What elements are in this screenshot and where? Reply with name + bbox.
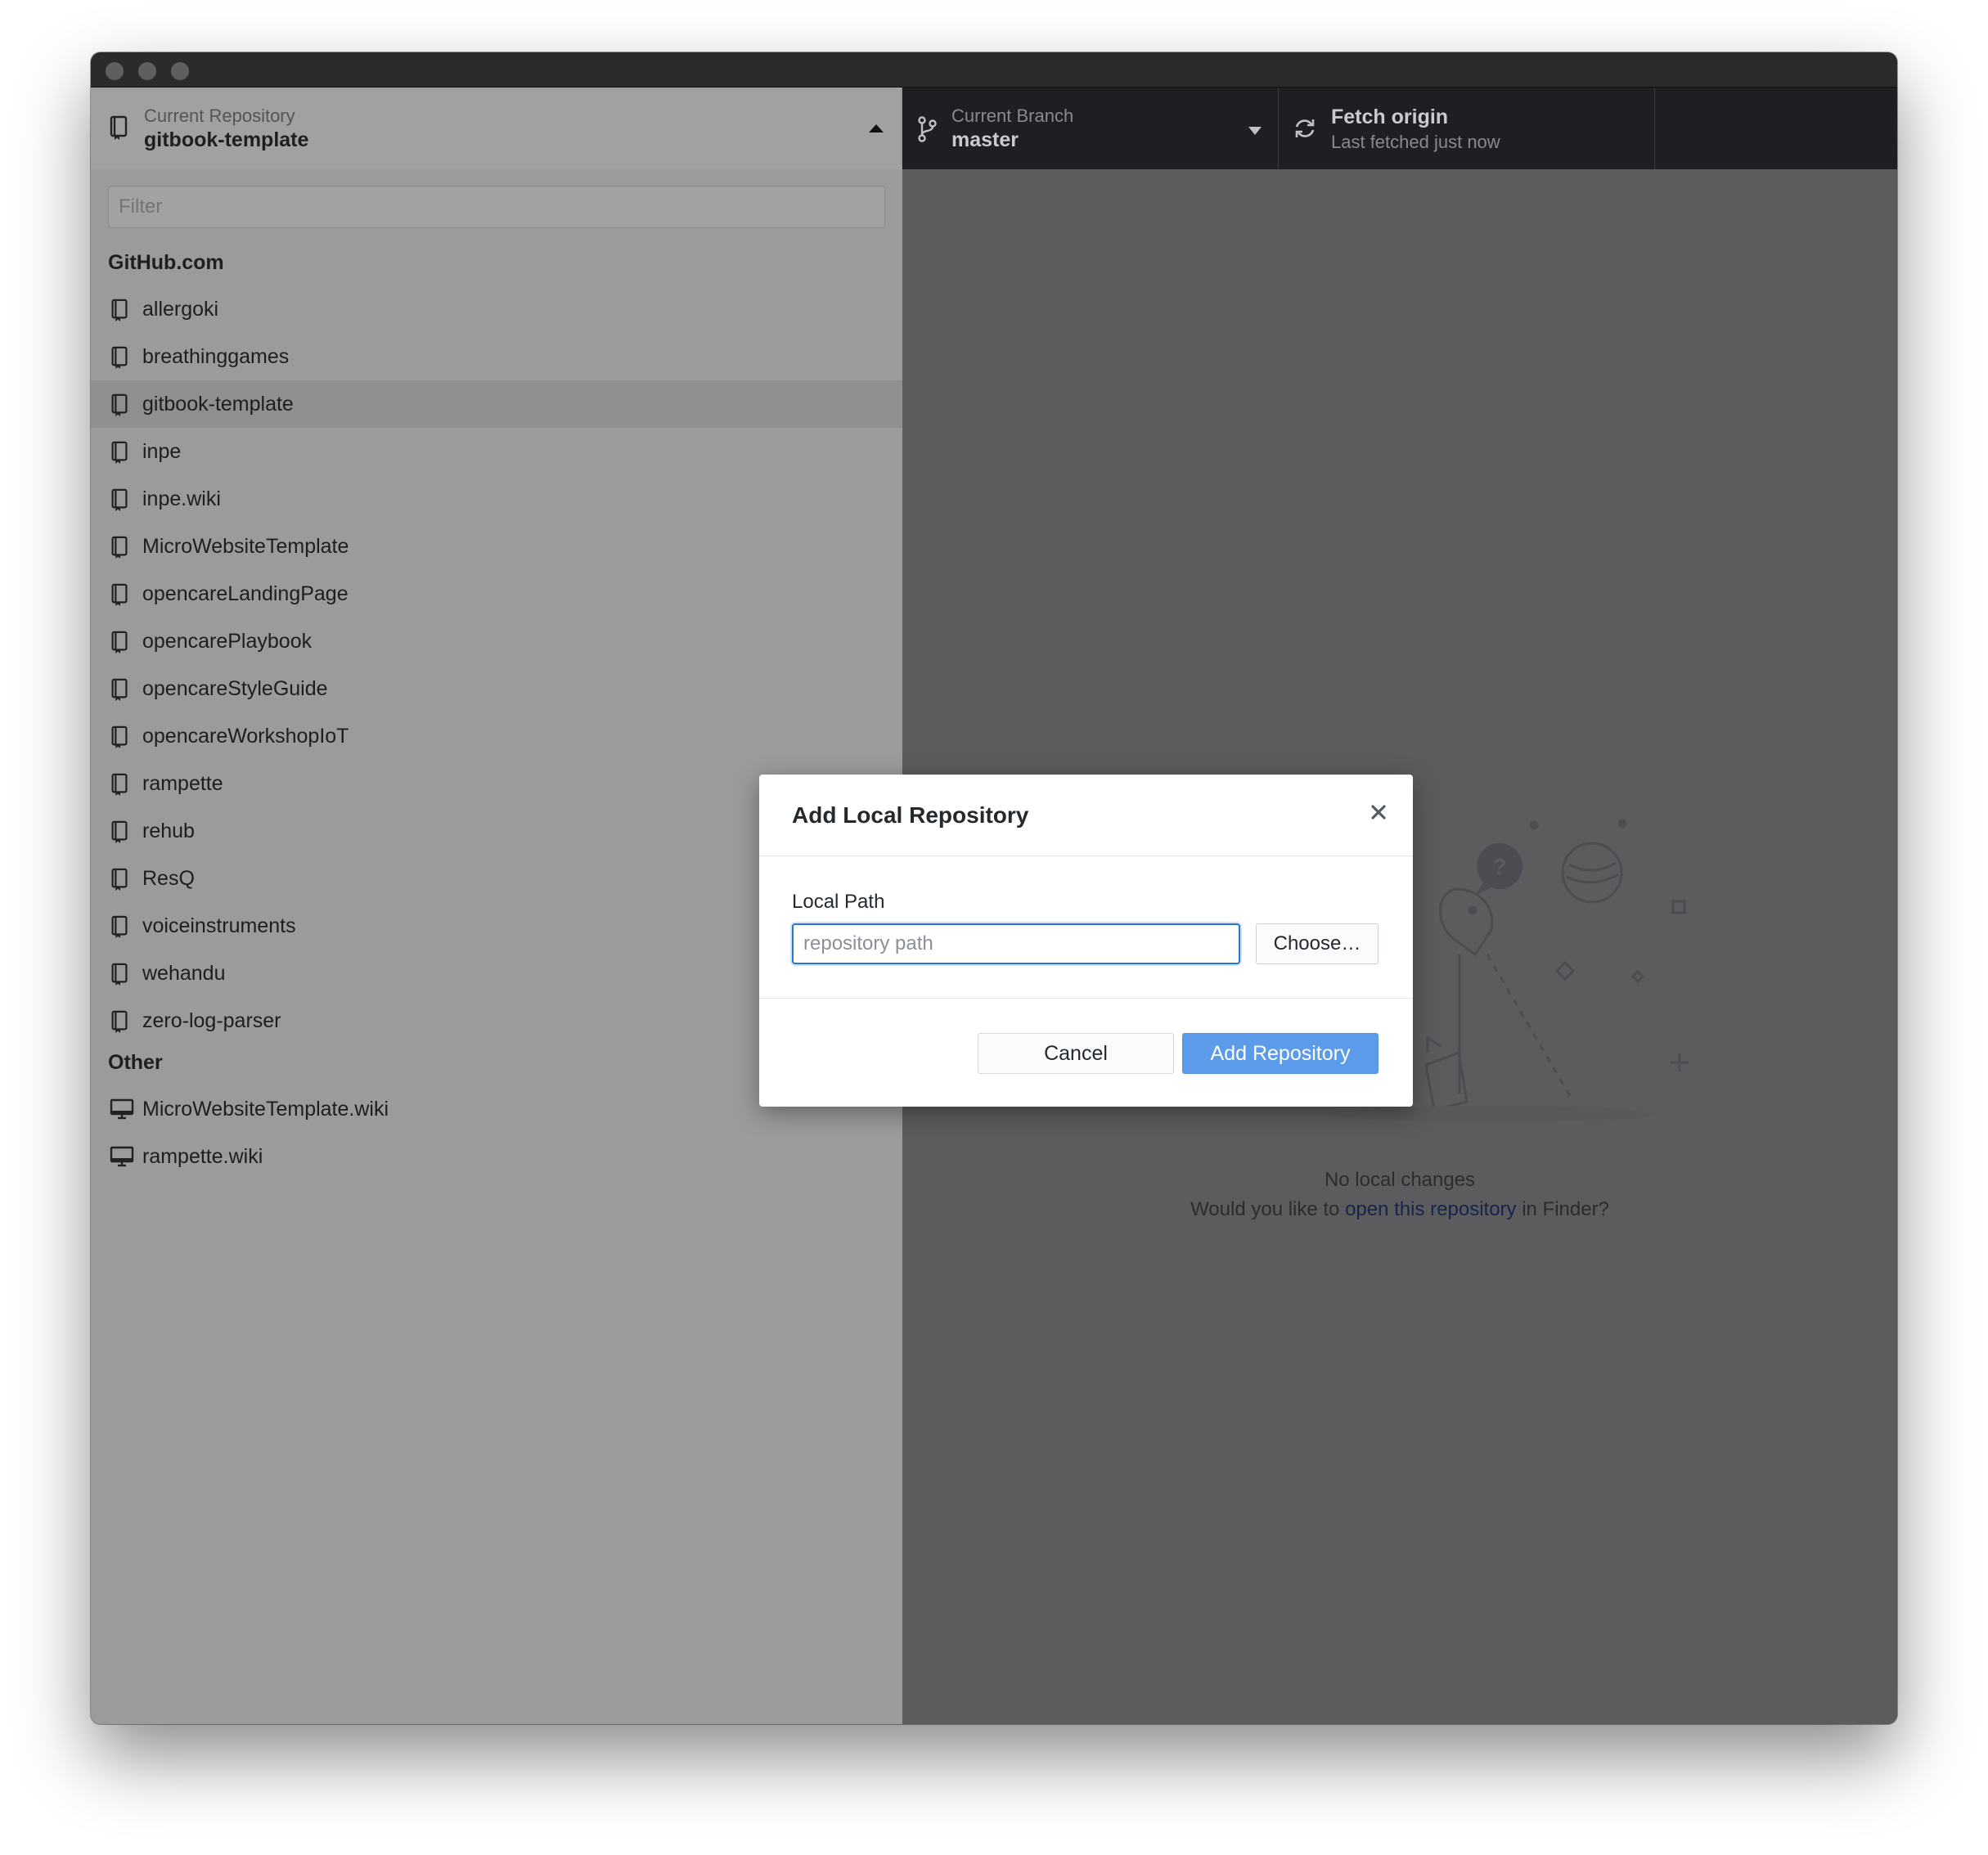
current-repository-label: Current Repository: [144, 106, 295, 126]
repository-icon: [110, 393, 129, 420]
dialog-title: Add Local Repository: [792, 802, 1029, 828]
repository-name: allergoki: [142, 298, 219, 321]
repository-name: wehandu: [142, 962, 226, 985]
repository-name: inpe: [142, 440, 182, 463]
prompt-suffix: in Finder?: [1516, 1198, 1609, 1220]
repository-icon: [110, 631, 129, 658]
choose-button[interactable]: Choose…: [1256, 923, 1379, 964]
repository-icon: [110, 488, 129, 515]
repository-name: zero-log-parser: [142, 1009, 281, 1032]
repository-icon: [110, 773, 129, 800]
repository-list-item[interactable]: inpe: [91, 428, 902, 475]
repository-name: inpe.wiki: [142, 487, 221, 510]
current-branch-label: Current Branch: [951, 106, 1074, 126]
no-local-changes-title: No local changes: [1324, 1169, 1476, 1191]
current-repository-name: gitbook-template: [144, 128, 309, 151]
git-branch-icon: [915, 115, 938, 147]
fetch-origin-subtitle: Last fetched just now: [1331, 132, 1500, 152]
repository-icon: [110, 536, 129, 563]
repository-list-item[interactable]: opencareLandingPage: [91, 570, 902, 618]
open-repository-link[interactable]: open this repository: [1345, 1198, 1516, 1220]
repository-icon: [110, 725, 129, 752]
repository-icon: [110, 441, 129, 468]
repository-icon: [110, 963, 129, 990]
repository-list-item[interactable]: opencarePlaybook: [91, 618, 902, 665]
sync-icon: [1293, 117, 1316, 144]
repository-name: opencareLandingPage: [142, 582, 349, 605]
repository-name: opencareWorkshopIoT: [142, 725, 349, 748]
app-window: Current Repository gitbook-template Curr…: [91, 52, 1897, 1724]
fetch-origin-button[interactable]: Fetch origin Last fetched just now: [1279, 88, 1655, 169]
close-icon[interactable]: [1365, 799, 1392, 825]
repository-icon: [110, 820, 129, 847]
caret-down-icon: [1248, 127, 1262, 135]
current-branch-button[interactable]: Current Branch master: [902, 88, 1279, 169]
repository-icon: [109, 115, 128, 144]
local-path-label: Local Path: [792, 891, 885, 913]
add-repository-button[interactable]: Add Repository: [1182, 1033, 1379, 1074]
repository-name: MicroWebsiteTemplate.wiki: [142, 1098, 389, 1121]
repository-list-item[interactable]: gitbook-template: [91, 380, 902, 428]
computer-icon: [110, 1098, 134, 1124]
zoom-window-button[interactable]: [171, 62, 189, 80]
repository-name: rampette: [142, 772, 223, 795]
fetch-origin-title: Fetch origin: [1331, 106, 1449, 128]
repository-icon: [110, 868, 129, 895]
repository-list-item[interactable]: MicroWebsiteTemplate: [91, 523, 902, 570]
repository-icon: [110, 678, 129, 705]
repository-name: opencarePlaybook: [142, 630, 313, 653]
close-window-button[interactable]: [106, 62, 124, 80]
repository-icon: [110, 346, 129, 373]
computer-icon: [110, 1146, 134, 1171]
prompt-prefix: Would you like to: [1190, 1198, 1346, 1220]
local-path-input[interactable]: [792, 923, 1240, 964]
repository-name: rampette.wiki: [142, 1145, 263, 1168]
open-repository-prompt: Would you like to open this repository i…: [902, 1198, 1897, 1221]
repository-icon: [110, 915, 129, 942]
current-branch-name: master: [951, 128, 1019, 151]
title-bar: [91, 52, 1897, 88]
repository-icon: [110, 1010, 129, 1037]
repository-list-item[interactable]: allergoki: [91, 285, 902, 333]
current-repository-button[interactable]: Current Repository gitbook-template: [91, 88, 902, 169]
repository-name: rehub: [142, 820, 195, 842]
repository-list-item[interactable]: opencareStyleGuide: [91, 665, 902, 712]
repository-name: voiceinstruments: [142, 914, 296, 937]
caret-up-icon: [869, 124, 884, 132]
dialog-header: Add Local Repository: [759, 775, 1413, 856]
repository-name: ResQ: [142, 867, 195, 890]
repository-name: breathinggames: [142, 345, 290, 368]
repository-name: gitbook-template: [142, 393, 294, 415]
group-header: GitHub.com: [108, 251, 224, 274]
cancel-button[interactable]: Cancel: [978, 1033, 1174, 1074]
group-header: Other: [108, 1051, 163, 1074]
repository-list-item[interactable]: breathinggames: [91, 333, 902, 380]
repository-list-item[interactable]: inpe.wiki: [91, 475, 902, 523]
repository-name: MicroWebsiteTemplate: [142, 535, 349, 558]
repository-list-item[interactable]: opencareWorkshopIoT: [91, 712, 902, 760]
repository-list-item[interactable]: rampette.wiki: [91, 1133, 902, 1180]
repository-icon: [110, 583, 129, 610]
repository-icon: [110, 299, 129, 326]
filter-input[interactable]: [108, 186, 885, 228]
repository-name: opencareStyleGuide: [142, 677, 328, 700]
dialog-footer: Cancel Add Repository: [759, 999, 1413, 1107]
minimize-window-button[interactable]: [138, 62, 156, 80]
add-local-repository-dialog: Add Local Repository Local Path Choose… …: [759, 775, 1413, 1107]
toolbar: Current Repository gitbook-template Curr…: [91, 88, 1897, 169]
dialog-body: Local Path Choose…: [759, 856, 1413, 999]
svg-text:?: ?: [1492, 854, 1506, 879]
